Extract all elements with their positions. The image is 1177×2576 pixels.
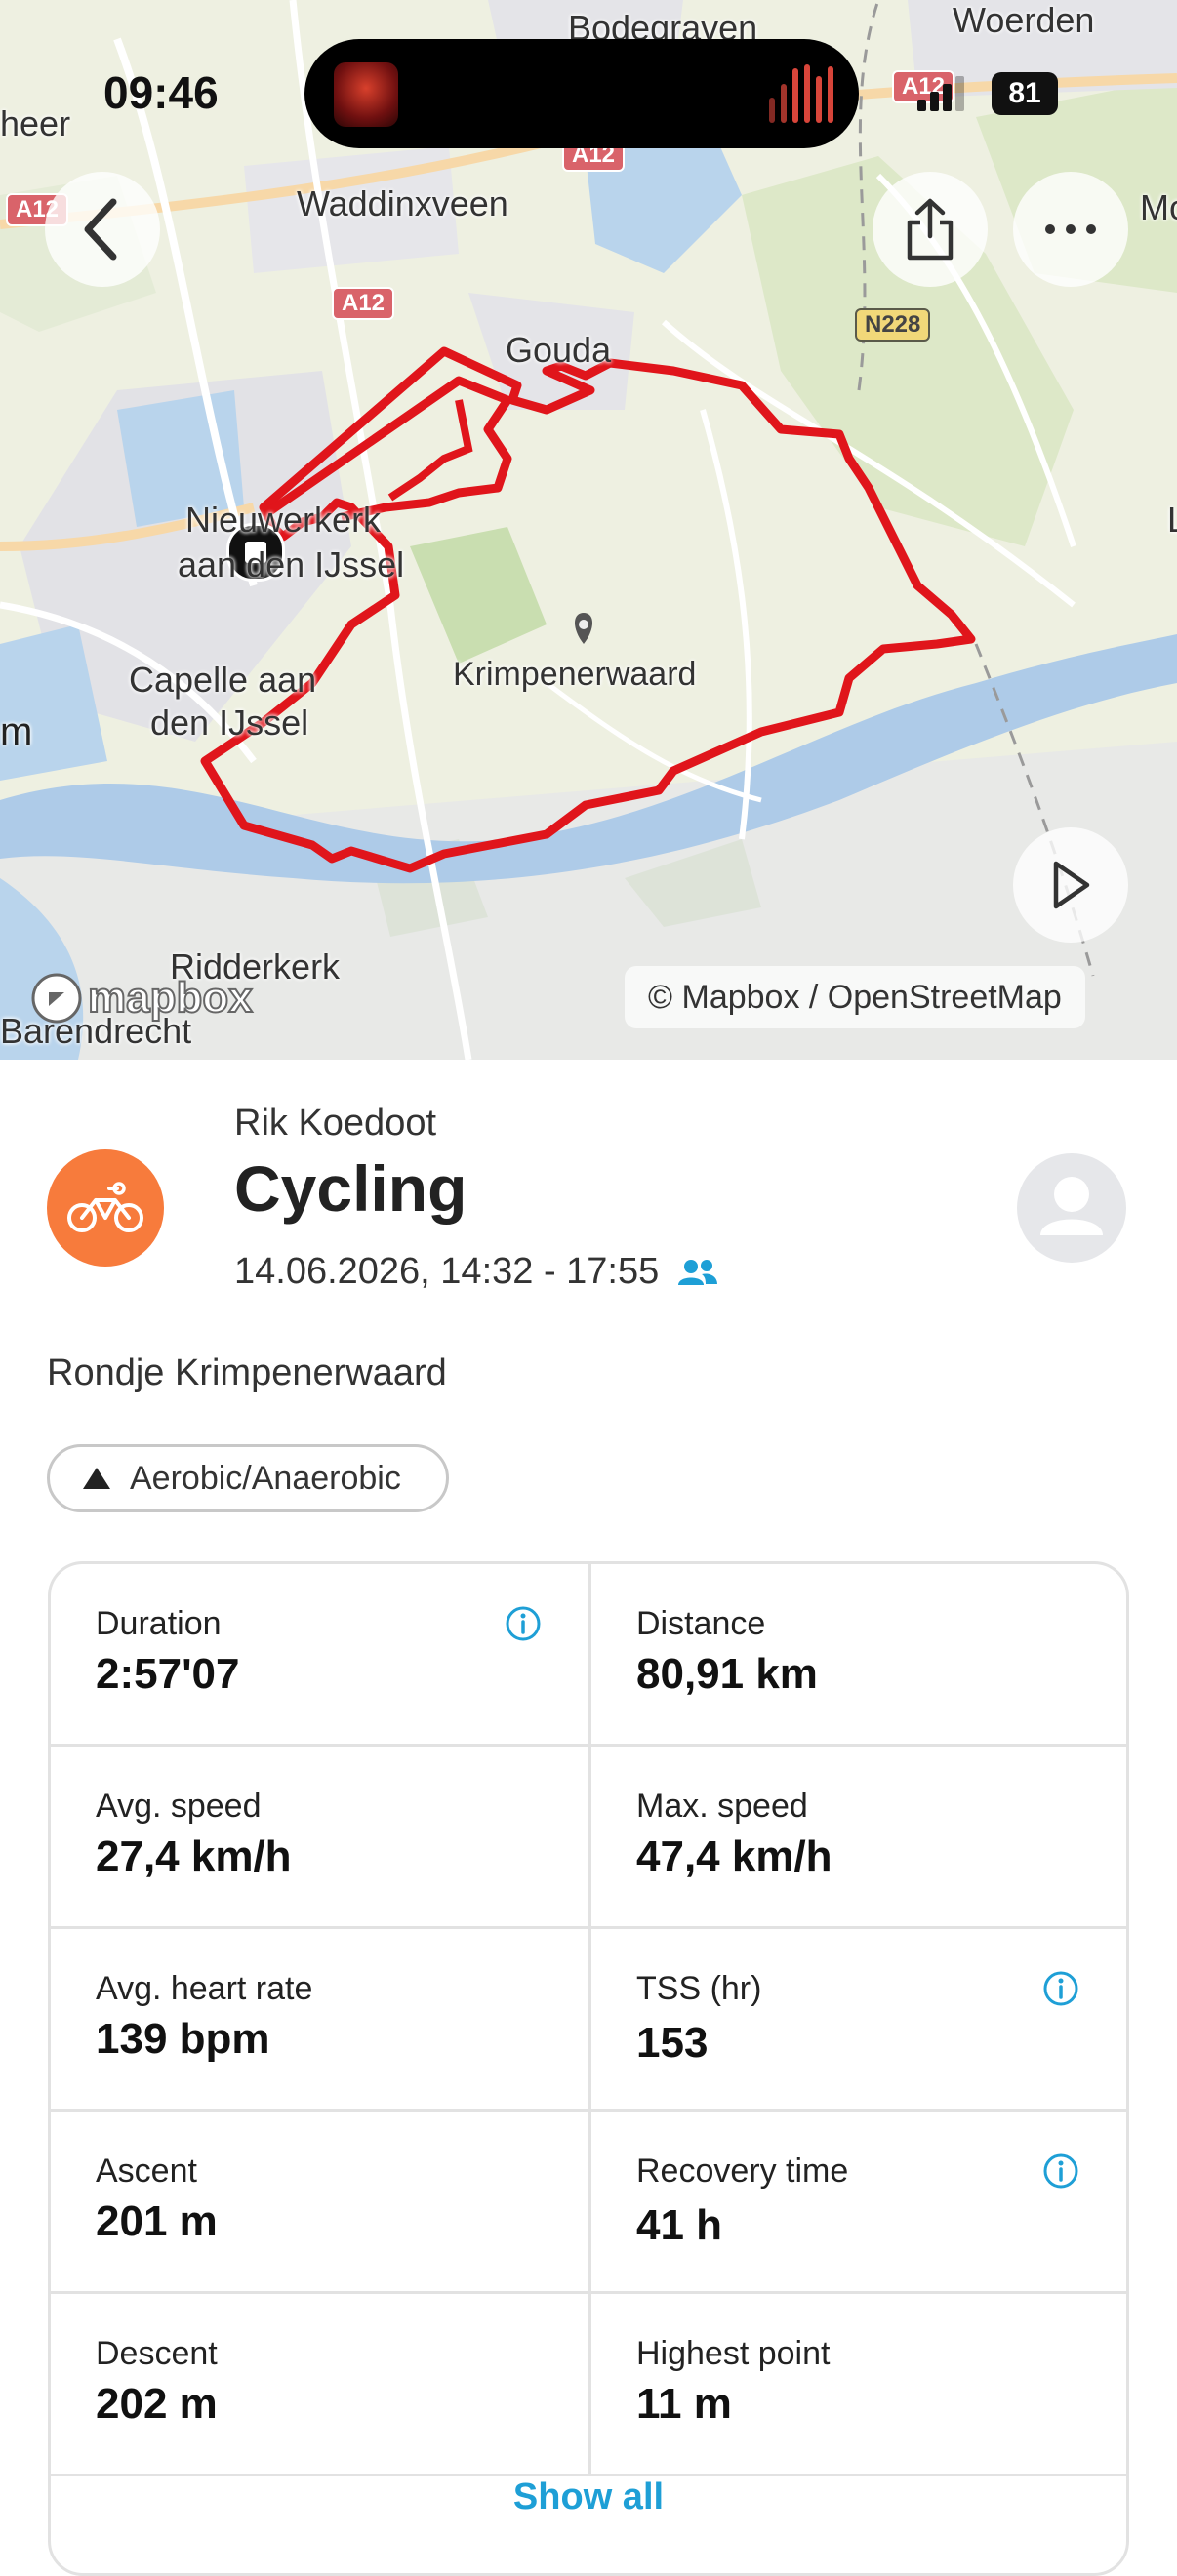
stat-value: 80,91 km <box>636 1650 818 1698</box>
user-name: Rik Koedoot <box>234 1103 437 1144</box>
activity-date: 14.06.2026, 14:32 - 17:55 <box>234 1251 719 1293</box>
map-label: Waddinxveen <box>297 183 508 223</box>
training-effect-tag[interactable]: Aerobic/Anaerobic <box>47 1444 449 1512</box>
road-shield: N228 <box>855 308 931 342</box>
stats-row: Descent 202 m Highest point 11 m <box>51 2294 1126 2476</box>
stat-value: 2:57'07 <box>96 1650 240 1698</box>
battery-indicator: 81 <box>992 72 1058 115</box>
stat-label: TSS (hr) <box>636 1970 762 2007</box>
stat-value: 47,4 km/h <box>636 1832 832 1880</box>
mapbox-logo-icon <box>31 973 82 1024</box>
stat-label: Avg. heart rate <box>96 1970 313 2007</box>
map-label: den IJssel <box>150 703 309 743</box>
stat-value: 202 m <box>96 2380 218 2428</box>
stat-label: Duration <box>96 1605 222 1642</box>
stat-descent: Descent 202 m <box>51 2294 588 2474</box>
stat-avg-heart-rate: Avg. heart rate 139 bpm <box>51 1929 588 2109</box>
stats-grid: Duration 2:57'07 Distance 80,91 km Avg. … <box>48 1561 1129 2576</box>
stat-avg-speed: Avg. speed 27,4 km/h <box>51 1747 588 1926</box>
stat-highest-point: Highest point 11 m <box>588 2294 1126 2474</box>
map-label: Woerden <box>953 0 1095 40</box>
stat-label: Max. speed <box>636 1788 808 1825</box>
map-label: Krimpenerwaard <box>453 656 697 693</box>
play-route-button[interactable] <box>1013 827 1128 943</box>
share-button[interactable] <box>873 172 988 287</box>
activity-title: Cycling <box>234 1152 467 1225</box>
stat-value: 11 m <box>636 2380 732 2428</box>
stat-label: Recovery time <box>636 2153 849 2190</box>
avatar[interactable] <box>1017 1153 1126 1263</box>
activity-date-text: 14.06.2026, 14:32 - 17:55 <box>234 1251 660 1292</box>
more-icon <box>1045 224 1096 234</box>
stat-recovery-time: Recovery time 41 h <box>588 2112 1126 2291</box>
map-label: aan den IJssel <box>178 544 405 584</box>
stat-label: Avg. speed <box>96 1788 262 1825</box>
share-icon <box>907 198 954 261</box>
bicycle-icon <box>67 1182 143 1232</box>
info-icon[interactable] <box>1042 1970 1079 2007</box>
stat-value: 201 m <box>96 2197 218 2245</box>
now-playing-artwork <box>334 62 398 127</box>
info-icon[interactable] <box>505 1605 542 1642</box>
user-placeholder-icon <box>1040 1177 1103 1235</box>
stat-label: Descent <box>96 2335 218 2372</box>
stat-label: Distance <box>636 1605 766 1642</box>
map-label: L <box>1167 500 1177 541</box>
stat-value: 139 bpm <box>96 2015 270 2063</box>
map-label: Mo <box>1140 187 1177 227</box>
chevron-left-icon <box>84 198 117 261</box>
back-button[interactable] <box>45 172 160 287</box>
dynamic-island[interactable] <box>304 39 859 148</box>
mapbox-logo: mapbox <box>29 971 254 1026</box>
stat-distance: Distance 80,91 km <box>588 1564 1126 1744</box>
map-label: Gouda <box>506 330 612 370</box>
play-icon <box>1053 861 1090 909</box>
cellular-signal-icon <box>917 76 964 111</box>
people-icon <box>678 1259 718 1285</box>
map-label: Nieuwerkerk <box>185 500 382 540</box>
stat-duration: Duration 2:57'07 <box>51 1564 588 1744</box>
activity-description: Rondje Krimpenerwaard <box>47 1352 447 1393</box>
stats-row: Duration 2:57'07 Distance 80,91 km <box>51 1564 1126 1747</box>
stat-label: Highest point <box>636 2335 831 2372</box>
map-label: m <box>0 710 33 753</box>
more-options-button[interactable] <box>1013 172 1128 287</box>
stat-value: 27,4 km/h <box>96 1832 292 1880</box>
audio-waveform-icon <box>769 64 833 123</box>
activity-type-icon <box>47 1149 164 1267</box>
status-time: 09:46 <box>103 67 219 118</box>
show-all-button[interactable]: Show all <box>51 2476 1126 2518</box>
stats-row: Avg. heart rate 139 bpm TSS (hr) 153 <box>51 1929 1126 2112</box>
map-attribution[interactable]: © Mapbox / OpenStreetMap <box>625 966 1085 1028</box>
map-label: heer <box>0 103 71 143</box>
stat-value: 41 h <box>636 2201 723 2249</box>
road-shield: A12 <box>332 287 395 320</box>
info-icon[interactable] <box>1042 2153 1079 2190</box>
stats-row: Ascent 201 m Recovery time 41 h <box>51 2112 1126 2294</box>
stat-ascent: Ascent 201 m <box>51 2112 588 2291</box>
training-effect-label: Aerobic/Anaerobic <box>130 1459 401 1497</box>
map-label: Capelle aan <box>129 660 317 700</box>
triangle-up-icon <box>83 1468 110 1489</box>
stat-max-speed: Max. speed 47,4 km/h <box>588 1747 1126 1926</box>
route-map[interactable]: Bodegraven Woerden heer Waddinxveen Mo G… <box>0 0 1177 1060</box>
stats-row: Avg. speed 27,4 km/h Max. speed 47,4 km/… <box>51 1747 1126 1929</box>
stat-tss: TSS (hr) 153 <box>588 1929 1126 2109</box>
stat-label: Ascent <box>96 2153 197 2190</box>
stat-value: 153 <box>636 2019 709 2067</box>
